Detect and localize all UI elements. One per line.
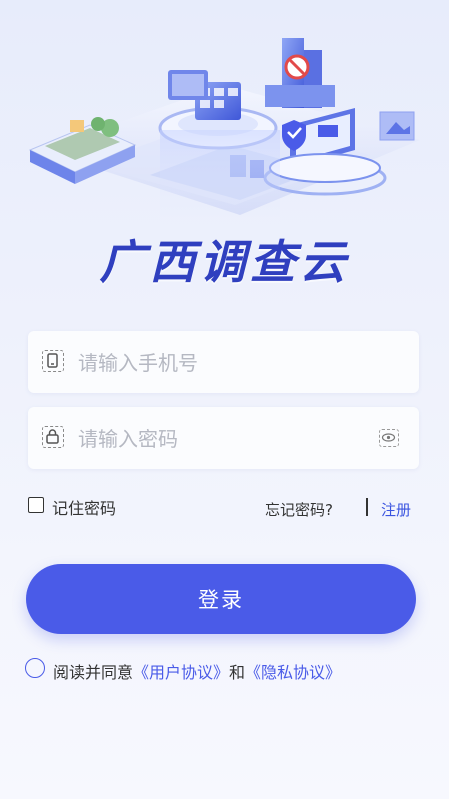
agreement-row: 阅读并同意《用户协议》和《隐私协议》 [0,658,449,682]
app-title: 广西调查云 [99,235,350,289]
user-agreement-link[interactable]: 《用户协议》 [133,663,229,682]
agree-radio[interactable] [25,658,45,678]
agreement-text: 阅读并同意《用户协议》和《隐私协议》 [53,659,341,683]
privacy-policy-link[interactable]: 《隐私协议》 [245,663,341,682]
forgot-password-link[interactable]: 忘记密码? [265,499,333,520]
password-field[interactable] [28,407,419,471]
lock-icon [42,426,64,448]
phone-field[interactable] [28,331,419,395]
divider [366,498,368,516]
phone-icon [42,350,64,372]
agreement-prefix: 阅读并同意 [53,663,134,682]
phone-input[interactable] [76,331,380,395]
login-options: 记住密码 忘记密码? 注册 [0,495,449,519]
hero-illustration [28,38,420,225]
register-link[interactable]: 注册 [381,499,411,520]
eye-icon[interactable] [379,429,399,447]
remember-password-checkbox[interactable] [28,497,44,513]
remember-password-label[interactable]: 记住密码 [52,495,116,519]
login-button[interactable]: 登录 [26,564,416,634]
password-input[interactable] [76,407,380,471]
agreement-and: 和 [229,663,246,682]
